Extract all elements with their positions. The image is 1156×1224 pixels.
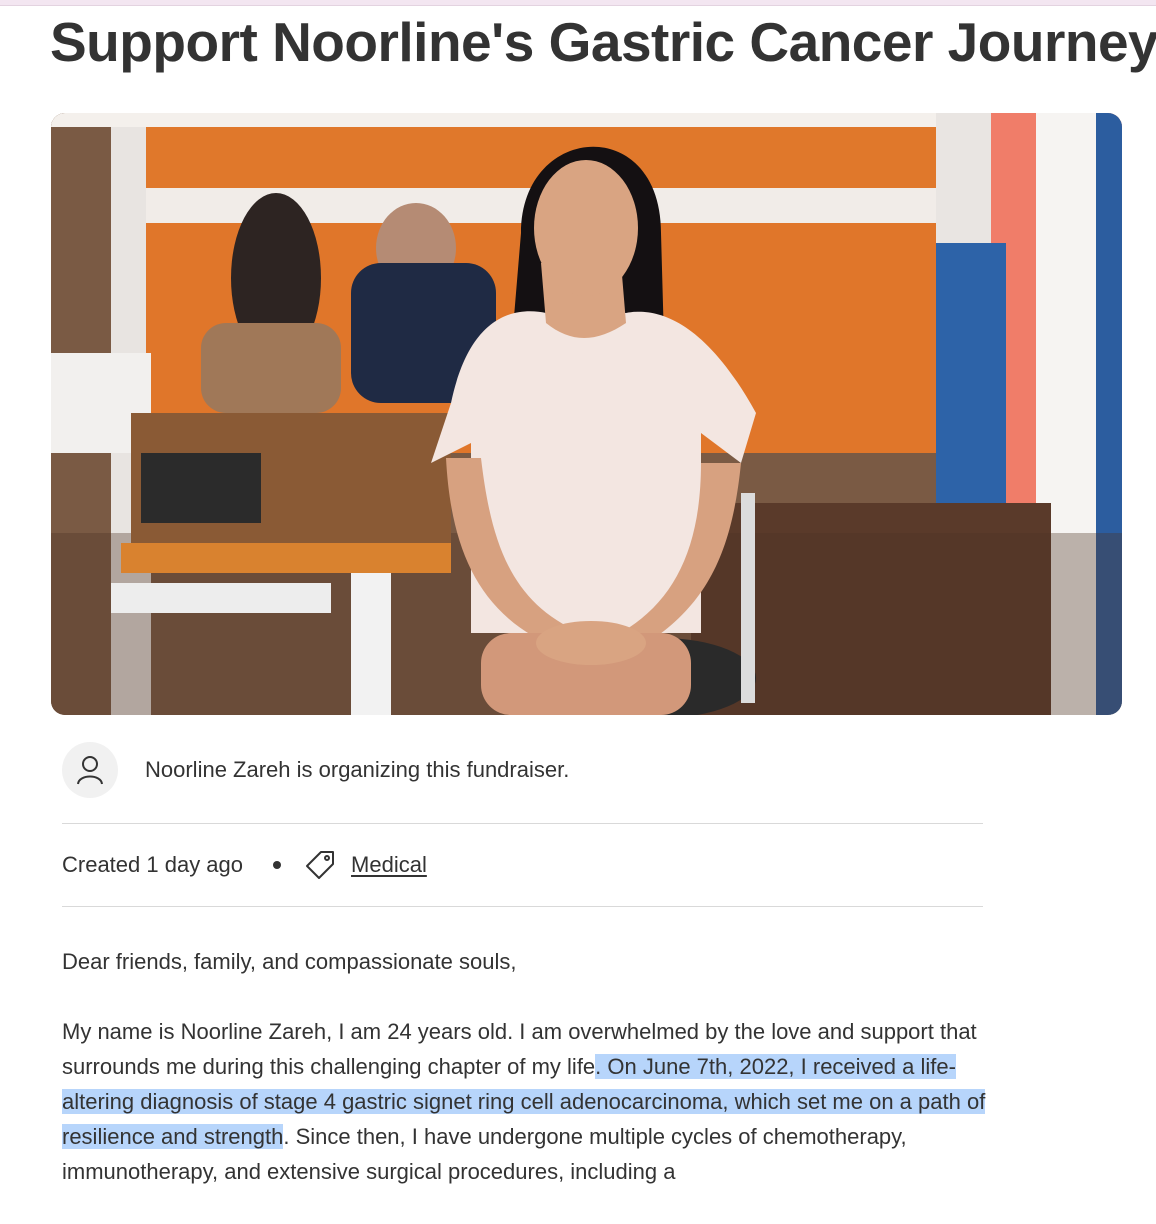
story-paragraph: My name is Noorline Zareh, I am 24 years…: [62, 1014, 992, 1189]
hero-image: [51, 113, 1122, 715]
meta-row: Created 1 day ago Medical: [62, 845, 427, 885]
separator-dot: [273, 861, 282, 869]
divider-top: [62, 823, 983, 824]
top-border: [0, 0, 1156, 6]
organizer-row: Noorline Zareh is organizing this fundra…: [62, 742, 569, 798]
category-link-medical[interactable]: Medical: [351, 852, 427, 878]
organizer-text: Noorline Zareh is organizing this fundra…: [145, 757, 570, 782]
story-text: Dear friends, family, and compassionate …: [62, 944, 992, 1224]
tag-icon: [303, 848, 337, 882]
story-greeting: Dear friends, family, and compassionate …: [62, 949, 517, 974]
avatar: [62, 742, 118, 798]
divider-bottom: [62, 906, 983, 907]
page-title: Support Noorline's Gastric Cancer Journe…: [50, 11, 1156, 73]
created-date: Created 1 day ago: [62, 852, 244, 877]
user-icon: [75, 754, 105, 786]
